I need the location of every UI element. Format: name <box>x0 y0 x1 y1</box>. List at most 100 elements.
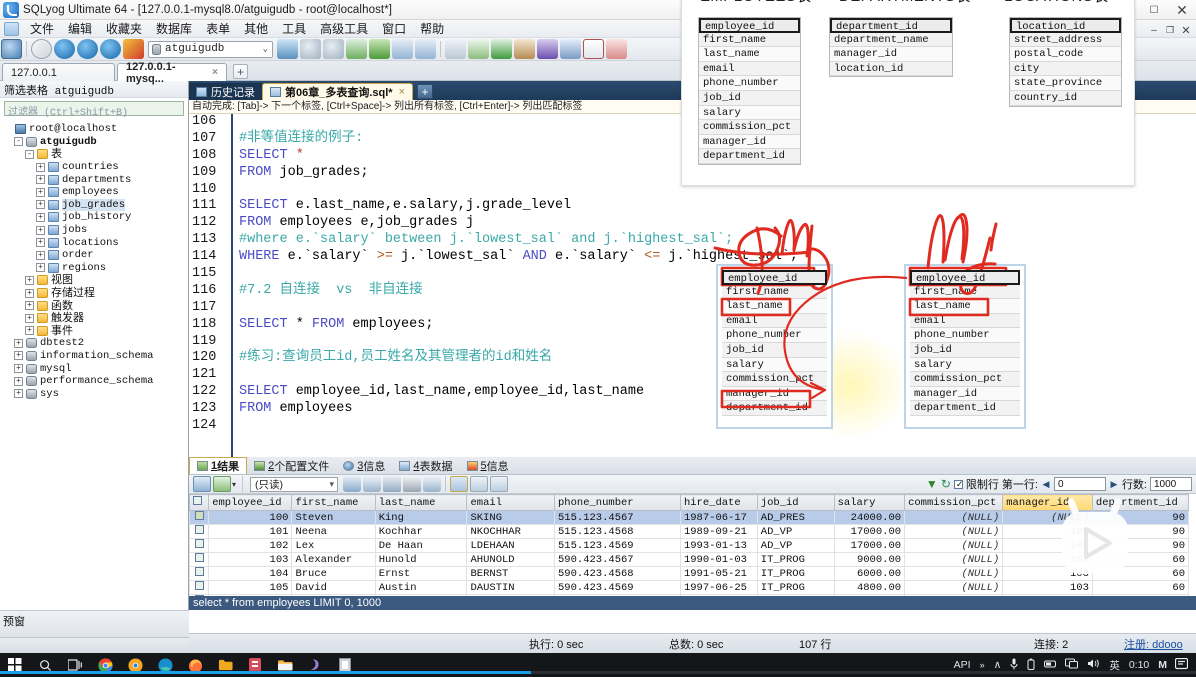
code-line[interactable]: FROM employees e,job_grades j <box>239 215 1196 232</box>
cell-employee_id[interactable]: 100 <box>208 510 293 525</box>
tree-item-countries[interactable]: + countries <box>3 161 188 174</box>
cell-employee_id[interactable]: 104 <box>208 566 293 581</box>
cell-last_name[interactable]: De Haan <box>374 538 468 553</box>
import-icon[interactable] <box>300 39 321 59</box>
cell-first_name[interactable]: Lex <box>291 538 376 553</box>
cell-email[interactable]: DAUSTIN <box>466 580 555 595</box>
menu-item-7[interactable]: 高级工具 <box>313 20 375 38</box>
cell-salary[interactable]: 6000.00 <box>833 566 906 581</box>
cell-commission_pct[interactable]: (NULL) <box>904 524 1004 539</box>
user-manager-icon[interactable] <box>606 39 627 59</box>
table-row[interactable]: 104 Bruce Ernst BERNST 590.423.4568 1991-05-2… <box>189 566 1190 581</box>
cell-last_name[interactable]: Austin <box>374 580 468 595</box>
limit-rows-checkbox[interactable]: ✓ <box>953 479 963 489</box>
restore-db-icon[interactable] <box>369 39 390 59</box>
refresh-icon[interactable] <box>31 39 52 59</box>
expand-icon[interactable]: + <box>36 250 45 260</box>
cell-salary[interactable]: 9000.00 <box>833 552 906 567</box>
prev-page-button[interactable]: ◀ <box>1041 479 1051 490</box>
cell-phone_number[interactable]: 590.423.4568 <box>554 566 681 581</box>
tab-query-file[interactable]: 第06章_多表查询.sql* × <box>262 83 414 100</box>
tab-profiles[interactable]: 2 个配置文件 <box>247 457 336 474</box>
cell-hire_date[interactable]: 1989-09-21 <box>679 524 758 539</box>
row-checkbox[interactable] <box>194 581 204 590</box>
next-page-button[interactable]: ▶ <box>1109 479 1119 490</box>
row-checkbox[interactable] <box>194 539 204 548</box>
menu-item-6[interactable]: 工具 <box>275 20 313 38</box>
cell-employee_id[interactable]: 103 <box>208 552 293 567</box>
close-button[interactable]: ✕ <box>1168 0 1196 20</box>
tree-item-存储过程[interactable]: + 存储过程 <box>3 287 188 300</box>
cell-job_id[interactable]: AD_VP <box>756 538 835 553</box>
stop-query-icon[interactable] <box>123 39 144 59</box>
tree-item-job_history[interactable]: + job_history <box>3 211 188 224</box>
grid-view-icon[interactable] <box>450 476 469 492</box>
chevron-down-icon[interactable]: ▾ <box>232 480 236 489</box>
row-checkbox[interactable] <box>194 511 204 520</box>
cell-first_name[interactable]: Alexander <box>291 552 376 567</box>
tab-info2[interactable]: 5 信息 <box>460 457 516 474</box>
cell-commission_pct[interactable]: (NULL) <box>904 552 1004 567</box>
cell-salary[interactable]: 17000.00 <box>833 524 906 539</box>
cell-phone_number[interactable]: 515.123.4568 <box>554 524 681 539</box>
tab-history[interactable]: 历史记录 <box>189 83 262 100</box>
new-connection-icon[interactable] <box>1 39 22 59</box>
query-builder-icon[interactable] <box>560 39 581 59</box>
cell-phone_number[interactable]: 515.123.4569 <box>554 538 681 553</box>
menu-item-2[interactable]: 收藏夹 <box>99 20 149 38</box>
new-connection-tab-button[interactable]: + <box>233 64 248 79</box>
tray-overflow-icon[interactable]: » <box>980 660 985 670</box>
row-selector-cell[interactable] <box>189 580 210 595</box>
cell-job_id[interactable]: AD_VP <box>756 524 835 539</box>
select-all-header[interactable] <box>189 494 210 511</box>
revert-changes-icon[interactable] <box>363 476 382 492</box>
refresh-circle-icon[interactable]: ↻ <box>941 477 951 491</box>
menu-item-1[interactable]: 编辑 <box>61 20 99 38</box>
tree-item-employees[interactable]: + employees <box>3 186 188 199</box>
expand-icon[interactable]: + <box>14 389 23 399</box>
tab-table-data[interactable]: 4 表数据 <box>392 457 459 474</box>
cell-phone_number[interactable]: 590.423.4567 <box>554 552 681 567</box>
filter-funnel-icon[interactable]: ▼ <box>926 477 938 491</box>
connection-tab-0[interactable]: 127.0.0.1 <box>2 63 115 81</box>
tree-item-事件[interactable]: + 事件 <box>3 325 188 338</box>
cell-email[interactable]: SKING <box>466 510 555 525</box>
tree-item-dbtest2[interactable]: + dbtest2 <box>3 337 188 350</box>
row-selector-cell[interactable] <box>189 552 210 567</box>
calendar-icon[interactable] <box>583 39 604 59</box>
menu-item-9[interactable]: 帮助 <box>413 20 451 38</box>
tree-item-触发器[interactable]: + 触发器 <box>3 312 188 325</box>
expand-icon[interactable]: + <box>14 338 23 348</box>
tree-item-root@localhost[interactable]: root@localhost <box>3 123 188 136</box>
cell-email[interactable]: BERNST <box>466 566 555 581</box>
expand-icon[interactable] <box>3 125 12 134</box>
tree-item-locations[interactable]: + locations <box>3 236 188 249</box>
column-header-commission_pct[interactable]: commission_pct <box>904 494 1004 511</box>
add-row-dropdown-icon[interactable] <box>213 476 231 492</box>
column-header-salary[interactable]: salary <box>833 494 906 511</box>
column-header-job_id[interactable]: job_id <box>756 494 835 511</box>
expand-icon[interactable]: + <box>36 238 45 248</box>
tree-item-order[interactable]: + order <box>3 249 188 262</box>
filter-icon[interactable] <box>415 39 436 59</box>
code-line[interactable]: #where e.`salary` between j.`lowest_sal`… <box>239 232 1196 249</box>
menu-item-4[interactable]: 表单 <box>199 20 237 38</box>
row-checkbox[interactable] <box>194 567 204 576</box>
new-query-tab-button[interactable]: + <box>417 84 434 99</box>
cell-first_name[interactable]: Steven <box>291 510 376 525</box>
scheduler-icon[interactable] <box>537 39 558 59</box>
select-all-checkbox[interactable] <box>193 496 202 505</box>
expand-icon[interactable]: + <box>36 162 45 172</box>
tree-item-函数[interactable]: + 函数 <box>3 299 188 312</box>
tray-m-icon[interactable]: M <box>1158 659 1167 671</box>
column-header-hire_date[interactable]: hire_date <box>679 494 758 511</box>
tree-item-jobs[interactable]: + jobs <box>3 224 188 237</box>
expand-icon[interactable]: + <box>36 263 45 273</box>
cell-job_id[interactable]: IT_PROG <box>756 552 835 567</box>
menu-item-5[interactable]: 其他 <box>237 20 275 38</box>
execute-current-icon[interactable] <box>100 39 121 59</box>
close-icon[interactable]: × <box>212 67 218 78</box>
tree-item-mysql[interactable]: + mysql <box>3 362 188 375</box>
cell-hire_date[interactable]: 1997-06-25 <box>679 580 758 595</box>
refresh-data-icon[interactable] <box>343 476 362 492</box>
